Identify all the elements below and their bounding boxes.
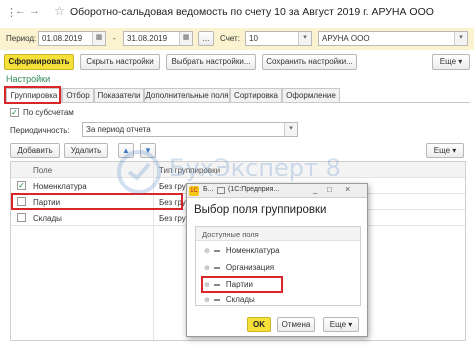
period-to-field[interactable]: 31.08.2019 ▦ xyxy=(123,31,193,46)
watermark-logo xyxy=(117,150,161,194)
calendar-icon[interactable]: ▦ xyxy=(179,32,192,45)
back-arrow-icon[interactable]: ← xyxy=(15,5,26,17)
dialog-titlebar: 1С Б... (1С:Предприя... _ □ × xyxy=(187,184,367,198)
tab-additional-fields[interactable]: Дополнительные поля xyxy=(144,88,230,102)
row-field: Склады xyxy=(33,214,62,223)
chevron-down-icon[interactable]: ▾ xyxy=(454,32,467,45)
list-item[interactable]: ⊕ Склады xyxy=(204,293,255,307)
choose-settings-button[interactable]: Выбрать настройки... xyxy=(166,54,256,70)
row-field: Номенклатура xyxy=(33,182,87,191)
period-label: Период: xyxy=(6,34,37,43)
filter-bar: Период: 01.08.2019 ▦ - 31.08.2019 ▦ ... … xyxy=(0,28,474,50)
close-icon[interactable]: × xyxy=(345,184,350,194)
settings-heading[interactable]: Настройки xyxy=(6,74,50,84)
periodicity-label: Периодичность: xyxy=(10,126,70,135)
account-label: Счет: xyxy=(220,34,240,43)
list-item[interactable]: ⊕ Партии xyxy=(204,278,253,292)
list-header-label: Доступные поля xyxy=(202,230,259,239)
list-item[interactable]: ⊕ Номенклатура xyxy=(204,244,280,258)
field-icon xyxy=(213,283,220,286)
list-header: Доступные поля xyxy=(196,227,360,241)
save-settings-button[interactable]: Сохранить настройки... xyxy=(262,54,357,70)
tab-indicators[interactable]: Показатели xyxy=(94,88,144,102)
expand-icon[interactable]: ⊕ xyxy=(204,248,210,255)
period-dash: - xyxy=(113,34,116,43)
minimize-icon[interactable]: _ xyxy=(313,185,317,194)
available-fields-list: Доступные поля ⊕ Номенклатура ⊕ Организаци… xyxy=(195,226,361,306)
expand-icon[interactable]: ⊕ xyxy=(204,282,210,289)
tab-sorting[interactable]: Сортировка xyxy=(230,88,282,102)
app-logo-icon: 1С xyxy=(189,186,199,196)
star-icon[interactable]: ☆ xyxy=(54,4,65,18)
cancel-button[interactable]: Отмена xyxy=(277,317,315,332)
window-icon xyxy=(217,187,225,194)
delete-button[interactable]: Удалить xyxy=(64,143,108,158)
periodicity-field[interactable]: За период отчета ▾ xyxy=(82,122,298,137)
tab-filter[interactable]: Отбор xyxy=(62,88,94,102)
dialog-tab-title: (1С:Предприя... xyxy=(228,186,280,193)
row-checkbox[interactable] xyxy=(17,213,26,222)
by-subaccounts-checkbox[interactable]: ✓ xyxy=(10,108,19,117)
tab-grouping[interactable]: Группировка xyxy=(6,88,62,103)
watermark-text: БухЭксперт 8 xyxy=(169,154,341,182)
window-title: Оборотно-сальдовая ведомость по счету 10… xyxy=(70,6,434,18)
hide-settings-button[interactable]: Скрыть настройки xyxy=(80,54,160,70)
choose-field-dialog: 1С Б... (1С:Предприя... _ □ × Выбор поля… xyxy=(186,183,368,337)
title-bar: ⋮ ← → ☆ Оборотно-сальдовая ведомость по … xyxy=(0,0,474,26)
row-checkbox[interactable] xyxy=(17,197,26,206)
dialog-more-button[interactable]: Еще ▾ xyxy=(323,317,359,332)
list-item[interactable]: ⊕ Организация xyxy=(204,261,274,275)
ok-button[interactable]: OK xyxy=(247,317,271,332)
chevron-down-icon[interactable]: ▾ xyxy=(298,32,311,45)
account-field[interactable]: 10 ▾ xyxy=(245,31,312,46)
dialog-title: Выбор поля группировки xyxy=(194,204,327,216)
forward-arrow-icon[interactable]: → xyxy=(29,5,40,17)
field-icon xyxy=(213,298,220,301)
settings-tabs: Группировка Отбор Показатели Дополнитель… xyxy=(4,88,470,103)
add-button[interactable]: Добавить xyxy=(10,143,60,158)
expand-icon[interactable]: ⊕ xyxy=(204,297,210,304)
expand-icon[interactable]: ⊕ xyxy=(204,265,210,272)
tabs-divider xyxy=(4,102,470,103)
by-subaccounts-label: По субсчетам xyxy=(23,108,74,117)
chevron-down-icon[interactable]: ▾ xyxy=(284,123,297,136)
chevron-down-icon: ▾ xyxy=(452,146,457,155)
period-select-button[interactable]: ... xyxy=(198,31,214,46)
toolbar-more-button[interactable]: Еще ▾ xyxy=(432,54,470,70)
maximize-icon[interactable]: □ xyxy=(327,185,332,194)
dialog-tab-short: Б... xyxy=(203,186,214,193)
column-field: Поле xyxy=(33,166,53,175)
generate-button[interactable]: Сформировать xyxy=(4,54,74,70)
grouping-more-button[interactable]: Еще ▾ xyxy=(426,143,464,158)
row-checkbox[interactable]: ✓ xyxy=(17,181,26,190)
organization-field[interactable]: АРУНА ООО ▾ xyxy=(318,31,468,46)
calendar-icon[interactable]: ▦ xyxy=(92,32,105,45)
chevron-down-icon: ▾ xyxy=(348,320,353,329)
period-from-field[interactable]: 01.08.2019 ▦ xyxy=(38,31,106,46)
field-icon xyxy=(213,249,220,252)
field-icon xyxy=(213,266,220,269)
row-field: Партии xyxy=(33,198,61,207)
chevron-down-icon: ▾ xyxy=(458,57,463,66)
tab-formatting[interactable]: Оформление xyxy=(282,88,340,102)
